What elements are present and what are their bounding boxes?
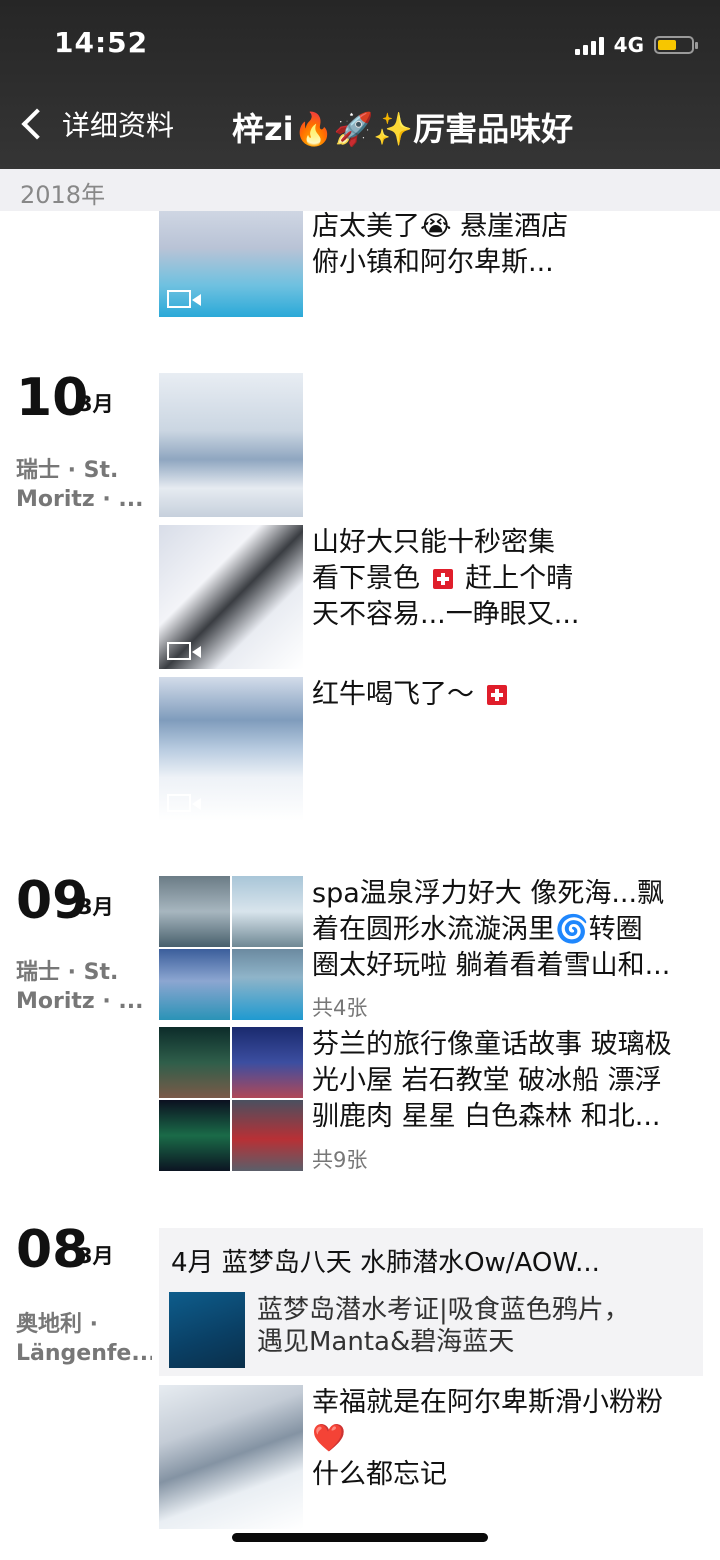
video-icon	[167, 290, 201, 308]
location-label: 瑞士 · St. Moritz · ...	[16, 960, 144, 1014]
article-thumbnail	[169, 1292, 245, 1368]
post-thumbnail[interactable]	[159, 373, 303, 517]
year-label: 2018年	[20, 181, 106, 209]
date-month: 3月	[78, 392, 114, 416]
home-indicator[interactable]	[232, 1533, 488, 1542]
post-thumbnail[interactable]	[159, 1385, 303, 1529]
date-month: 3月	[78, 895, 114, 919]
photo-grid[interactable]	[159, 876, 303, 1020]
post-caption[interactable]: 店太美了😭 悬崖酒店 俯小镇和阿尔卑斯...	[312, 209, 702, 281]
post-thumbnail[interactable]	[159, 211, 303, 317]
post-caption[interactable]: 红牛喝飞了～	[312, 677, 702, 713]
article-summary: 蓝梦岛潜水考证|吸食蓝色鸦片， 遇见Manta&碧海蓝天	[257, 1295, 630, 1357]
back-label: 详细资料	[62, 109, 175, 142]
signal-icon	[574, 35, 604, 55]
page-title: 梓zi🔥🚀✨厉害品味好	[232, 110, 574, 148]
post-caption[interactable]: 山好大只能十秒密集 看下景色 赶上个晴 天不容易...一睁眼又...	[312, 525, 702, 633]
network-type: 4G	[613, 33, 644, 57]
post-thumbnail[interactable]	[159, 525, 303, 669]
location-label: 瑞士 · St. Moritz · ...	[16, 458, 144, 512]
shared-article[interactable]: 4月 蓝梦岛八天 水肺潜水Ow/AOW... 蓝梦岛潜水考证|吸食蓝色鸦片， 遇…	[159, 1228, 703, 1376]
photo-grid[interactable]	[159, 1027, 303, 1171]
post-caption[interactable]: 芬兰的旅行像童话故事 玻璃极 光小屋 岩石教堂 破冰船 漂浮 驯鹿肉 星星 白色…	[312, 1027, 702, 1135]
article-title: 4月 蓝梦岛八天 水肺潜水Ow/AOW...	[171, 1248, 600, 1278]
date-month: 3月	[78, 1244, 114, 1268]
photo-count: 共9张	[312, 1148, 368, 1172]
year-header: 2018年	[0, 169, 720, 211]
post-thumbnail[interactable]	[159, 677, 303, 821]
video-icon	[167, 794, 201, 812]
post-caption[interactable]: spa温泉浮力好大 像死海...飘 着在圆形水流漩涡里🌀转圈 圈太好玩啦 躺着看…	[312, 876, 702, 984]
status-indicators: 4G	[574, 30, 698, 60]
location-label: 奥地利 · Längenfe...	[16, 1312, 152, 1366]
battery-icon	[654, 36, 698, 54]
back-button[interactable]: 详细资料	[18, 104, 174, 144]
nav-header: 14:52 4G 详细资料 梓zi🔥🚀✨厉害品味好	[0, 0, 720, 169]
caption-text: 红牛喝飞了～	[312, 679, 483, 710]
video-icon	[167, 642, 201, 660]
chevron-left-icon	[21, 108, 53, 140]
post-caption[interactable]: 幸福就是在阿尔卑斯滑小粉粉 ❤️ 什么都忘记	[312, 1385, 702, 1493]
swiss-flag-icon	[432, 569, 453, 589]
photo-count: 共4张	[312, 996, 368, 1020]
swiss-flag-icon	[486, 685, 507, 705]
status-time: 14:52	[54, 26, 149, 59]
